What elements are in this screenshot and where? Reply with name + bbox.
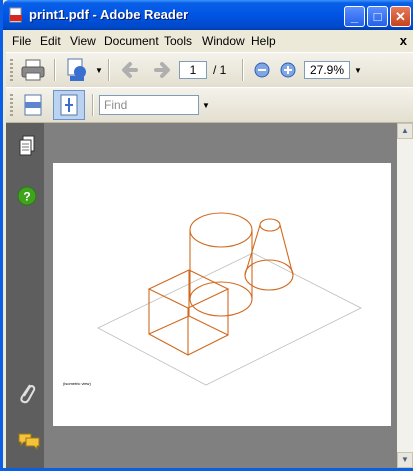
close-button[interactable]: ✕ xyxy=(390,6,411,27)
scroll-down-button[interactable]: ▼ xyxy=(397,452,413,468)
ground-plane xyxy=(97,252,362,386)
scroll-up-button[interactable]: ▲ xyxy=(397,123,413,139)
pages-icon[interactable] xyxy=(18,135,36,157)
find-dropdown-arrow[interactable]: ▼ xyxy=(202,101,210,110)
cube-shape xyxy=(147,269,230,356)
toolbar-separator xyxy=(242,59,244,81)
svg-text:?: ? xyxy=(23,190,30,204)
navigation-panel: ? xyxy=(6,123,44,468)
menu-file[interactable]: File xyxy=(12,34,31,48)
toolbar-grip[interactable] xyxy=(10,94,13,116)
document-pane: ? (isometric view) ▲ ▼ xyxy=(6,123,413,468)
menu-tools[interactable]: Tools xyxy=(164,34,192,48)
fit-width-icon[interactable] xyxy=(22,93,44,117)
toolbar-separator xyxy=(54,59,56,81)
page-total-label: / 1 xyxy=(213,63,227,77)
cylinder-shape xyxy=(189,212,253,317)
pdf-page: (isometric view) xyxy=(53,163,391,426)
menu-bar: File Edit View Document Tools Window Hel… xyxy=(6,30,413,52)
menu-document[interactable]: Document xyxy=(104,34,159,48)
menu-view[interactable]: View xyxy=(70,34,96,48)
view-toolbar: Find ▼ xyxy=(6,87,413,123)
toolbar-separator xyxy=(92,94,94,116)
menu-help[interactable]: Help xyxy=(251,34,276,48)
fit-page-icon xyxy=(60,94,78,116)
comments-icon[interactable] xyxy=(17,431,41,451)
zoom-dropdown-arrow[interactable]: ▼ xyxy=(354,66,362,75)
toolbar-grip[interactable] xyxy=(10,59,13,81)
toolbar-separator xyxy=(108,59,110,81)
menu-window[interactable]: Window xyxy=(202,34,245,48)
title-bar[interactable]: print1.pdf - Adobe Reader _ □ ✕ xyxy=(3,0,413,30)
pdf-file-icon xyxy=(9,7,22,23)
next-page-icon[interactable] xyxy=(152,60,172,80)
collaborate-icon[interactable] xyxy=(64,57,92,83)
fit-page-button[interactable] xyxy=(53,90,85,120)
attachments-icon[interactable] xyxy=(18,381,36,405)
previous-page-icon[interactable] xyxy=(120,60,140,80)
menu-edit[interactable]: Edit xyxy=(40,34,61,48)
collaborate-dropdown-arrow[interactable]: ▼ xyxy=(95,66,103,75)
zoom-in-icon[interactable] xyxy=(279,61,297,79)
help-icon[interactable]: ? xyxy=(17,186,37,206)
page-caption: (isometric view) xyxy=(63,381,91,386)
find-input[interactable]: Find xyxy=(99,95,199,115)
adobe-reader-window: print1.pdf - Adobe Reader _ □ ✕ File Edi… xyxy=(0,0,413,471)
window-title: print1.pdf - Adobe Reader xyxy=(29,7,189,22)
page-number-input[interactable]: 1 xyxy=(179,61,207,79)
document-close-button[interactable]: x xyxy=(400,33,407,48)
maximize-button[interactable]: □ xyxy=(367,6,388,27)
vertical-scrollbar[interactable]: ▲ ▼ xyxy=(397,123,413,468)
navigation-toolbar: ▼ 1 / 1 27.9% ▼ xyxy=(6,52,413,88)
isometric-drawing xyxy=(97,212,362,386)
minimize-button[interactable]: _ xyxy=(344,6,365,27)
zoom-out-icon[interactable] xyxy=(253,61,271,79)
print-icon[interactable] xyxy=(20,58,46,82)
zoom-level-input[interactable]: 27.9% xyxy=(304,61,350,79)
